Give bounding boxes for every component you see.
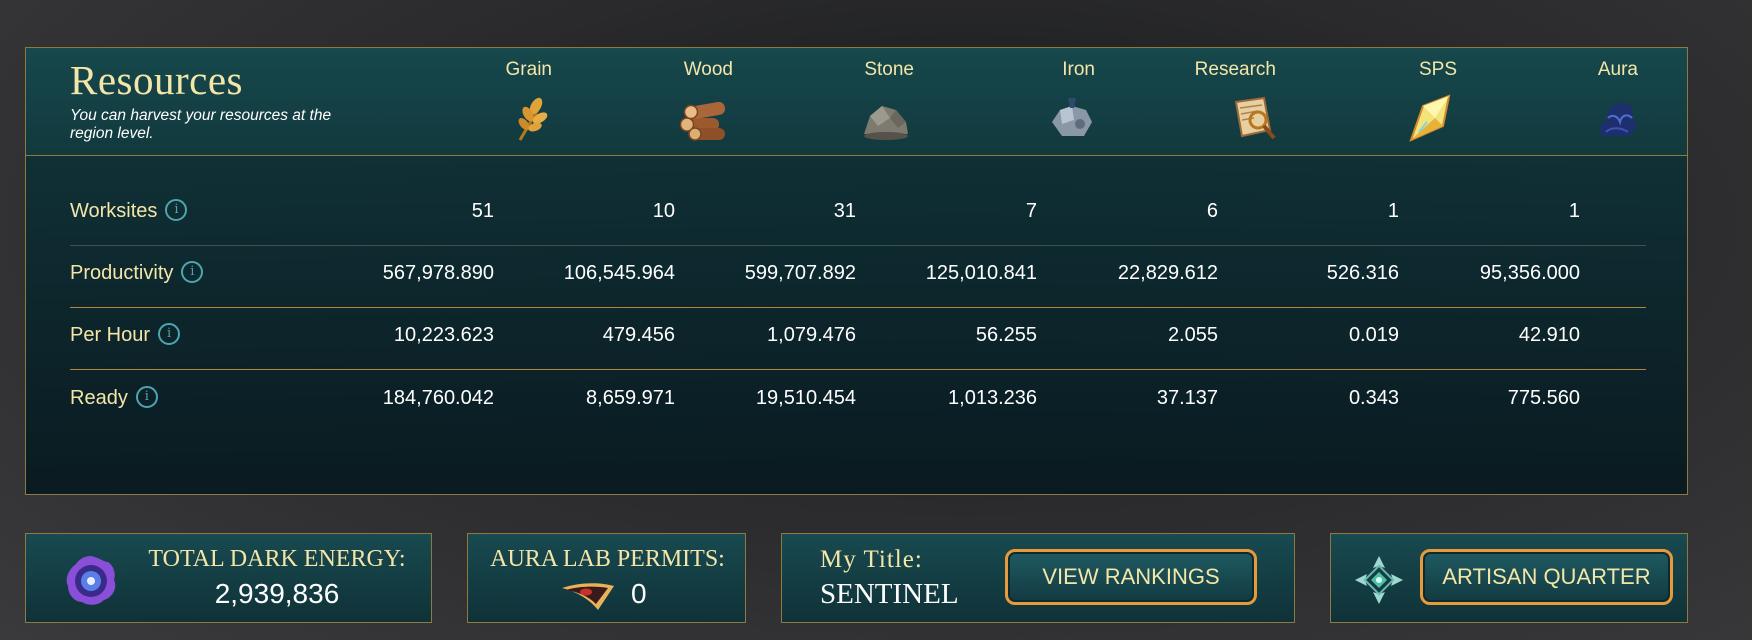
info-icon[interactable]: i xyxy=(158,322,181,345)
column-sps: SPS xyxy=(1337,48,1457,156)
column-research-label: Research xyxy=(1194,59,1276,80)
row-worksites-label: Worksites i xyxy=(70,198,188,223)
artisan-compass-icon xyxy=(1355,556,1403,604)
permits-label: AURA LAB PERMITS: xyxy=(490,546,725,572)
column-wood: Wood xyxy=(613,48,733,156)
productivity-grain: 567,978.890 xyxy=(382,262,494,284)
ready-aura: 775.560 xyxy=(1507,387,1580,409)
ready-sps: 0.343 xyxy=(1348,387,1399,409)
permit-ticket-icon xyxy=(562,583,614,610)
per-hour-aura: 42.910 xyxy=(1518,324,1580,346)
per-hour-iron: 56.255 xyxy=(975,324,1037,346)
worksites-sps: 1 xyxy=(1387,200,1399,222)
row-ready-label: Ready i xyxy=(70,385,158,410)
stone-icon xyxy=(864,106,908,140)
worksites-stone: 31 xyxy=(833,200,856,222)
per-hour-stone: 1,079.476 xyxy=(767,324,856,346)
per-hour-wood: 479.456 xyxy=(602,324,675,346)
productivity-wood: 106,545.964 xyxy=(563,262,675,284)
productivity-iron: 125,010.841 xyxy=(925,262,1037,284)
worksites-wood: 10 xyxy=(652,200,675,222)
per-hour-grain: 10,223.623 xyxy=(393,324,494,346)
worksites-aura: 1 xyxy=(1568,200,1580,222)
column-grain: Grain xyxy=(432,48,552,156)
panel-title: Resources xyxy=(70,57,244,103)
view-rankings-button[interactable]: VIEW RANKINGS xyxy=(1005,549,1257,605)
my-title-box: My Title: SENTINEL VIEW RANKINGS xyxy=(781,533,1295,623)
panel-subtitle: You can harvest your resources at the re… xyxy=(70,107,332,142)
per-hour-sps: 0.019 xyxy=(1348,324,1399,346)
iron-icon xyxy=(1052,98,1092,136)
ready-iron: 1,013.236 xyxy=(948,387,1037,409)
dark-energy-label: TOTAL DARK ENERGY: xyxy=(148,546,406,572)
row-productivity-label: Productivity i xyxy=(70,260,204,285)
productivity-aura: 95,356.000 xyxy=(1479,262,1580,284)
artisan-quarter-box: ARTISAN QUARTER xyxy=(1330,533,1688,623)
worksites-iron: 7 xyxy=(1025,200,1037,222)
column-aura-label: Aura xyxy=(1597,59,1638,80)
info-icon[interactable]: i xyxy=(135,385,158,408)
grain-icon xyxy=(518,97,548,141)
resources-panel: Resources You can harvest your resources… xyxy=(25,47,1688,495)
column-stone: Stone xyxy=(794,48,914,156)
ready-grain: 184,760.042 xyxy=(382,387,494,409)
ready-stone: 19,510.454 xyxy=(755,387,856,409)
resources-header: Resources You can harvest your resources… xyxy=(26,48,1687,156)
column-aura: Aura xyxy=(1518,48,1638,156)
column-iron: Iron xyxy=(975,48,1095,156)
ready-wood: 8,659.971 xyxy=(586,387,675,409)
dark-energy-box: TOTAL DARK ENERGY: 2,939,836 xyxy=(25,533,432,623)
ready-research: 37.137 xyxy=(1156,387,1218,409)
column-stone-label: Stone xyxy=(864,59,914,80)
productivity-research: 22,829.612 xyxy=(1117,262,1218,284)
dark-energy-orb-icon xyxy=(66,556,116,605)
info-icon[interactable]: i xyxy=(165,198,188,221)
row-worksites: Worksites i 51 10 31 7 6 1 1 xyxy=(70,183,1646,246)
permits-value: 0 xyxy=(631,578,647,609)
productivity-sps: 526.316 xyxy=(1326,262,1399,284)
column-wood-label: Wood xyxy=(683,59,733,80)
wood-icon xyxy=(679,101,725,141)
info-icon[interactable]: i xyxy=(181,260,204,283)
row-per-hour-label: Per Hour i xyxy=(70,322,181,347)
my-title-value: SENTINEL xyxy=(820,578,959,610)
worksites-grain: 51 xyxy=(471,200,494,222)
productivity-stone: 599,707.892 xyxy=(744,262,856,284)
dark-energy-value: 2,939,836 xyxy=(214,578,340,609)
column-sps-label: SPS xyxy=(1418,59,1457,80)
row-productivity: Productivity i 567,978.890 106,545.964 59… xyxy=(70,245,1646,308)
sps-icon xyxy=(1409,94,1451,142)
aura-lab-permits-box: AURA LAB PERMITS: 0 xyxy=(467,533,746,623)
artisan-quarter-button[interactable]: ARTISAN QUARTER xyxy=(1420,549,1673,605)
worksites-research: 6 xyxy=(1206,200,1218,222)
my-title-label: My Title: xyxy=(820,546,923,573)
research-icon xyxy=(1234,96,1276,140)
column-grain-label: Grain xyxy=(505,59,552,80)
column-research: Research xyxy=(1156,48,1276,156)
row-per-hour: Per Hour i 10,223.623 479.456 1,079.476 5… xyxy=(70,307,1646,370)
column-iron-label: Iron xyxy=(1062,59,1095,80)
aura-icon xyxy=(1599,103,1636,136)
row-ready: Ready i 184,760.042 8,659.971 19,510.454 … xyxy=(70,370,1646,432)
per-hour-research: 2.055 xyxy=(1167,324,1218,346)
